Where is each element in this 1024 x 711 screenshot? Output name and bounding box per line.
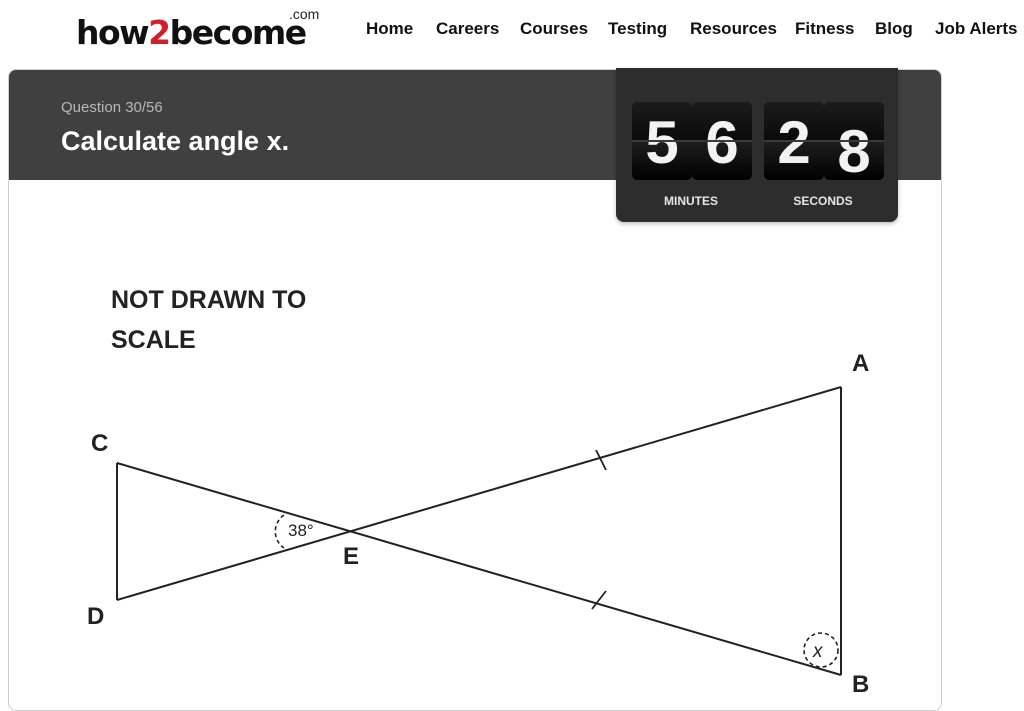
question-title: Calculate angle x. <box>61 126 290 156</box>
triangle-lines <box>116 386 842 676</box>
tick-mark-ea <box>595 449 607 471</box>
nav-item-home[interactable]: Home <box>366 19 413 39</box>
diagram-note-line-1: NOT DRAWN TO <box>111 286 306 314</box>
vertex-label-b: B <box>852 671 869 698</box>
timer-minutes-label: MINUTES <box>664 194 718 208</box>
nav-item-careers[interactable]: Careers <box>436 19 499 39</box>
vertex-labels: A B C D E <box>87 350 869 698</box>
logo-dotcom: .com <box>289 6 320 22</box>
timer-seconds-tens-digit: 2 <box>764 102 824 180</box>
top-navigation-bar: how2become .com Home Careers Courses Tes… <box>0 0 1024 62</box>
timer-minutes-ones-digit: 6 <box>692 102 752 180</box>
vertex-label-d: D <box>87 603 104 630</box>
angle-arc-e <box>274 514 285 549</box>
diagram-note-line-2: SCALE <box>111 326 196 354</box>
vertex-label-a: A <box>852 350 869 377</box>
vertex-label-e: E <box>343 543 359 570</box>
angle-label-x: x <box>812 641 824 662</box>
nav-item-resources[interactable]: Resources <box>690 19 777 39</box>
timer-seconds-ones-digit: 8 <box>824 102 884 185</box>
timer-seconds-label: SECONDS <box>793 194 853 208</box>
nav-item-testing[interactable]: Testing <box>608 19 667 39</box>
nav-item-fitness[interactable]: Fitness <box>795 19 855 39</box>
logo-wordmark: how2become <box>76 13 307 52</box>
equal-length-marks <box>591 449 607 610</box>
nav-item-courses[interactable]: Courses <box>520 19 588 39</box>
geometry-diagram: NOT DRAWN TO SCALE 38° x A B C D E <box>87 286 869 698</box>
nav-item-blog[interactable]: Blog <box>875 19 913 39</box>
angle-label-e: 38° <box>288 521 314 540</box>
timer-minutes-tens-digit: 5 <box>632 102 692 180</box>
question-counter: Question 30/56 <box>61 99 163 116</box>
countdown-timer: 5 6 2 8 MINUTES SECONDS <box>616 68 898 222</box>
site-logo[interactable]: how2become .com <box>74 6 330 58</box>
vertex-label-c: C <box>91 430 108 457</box>
nav-item-job-alerts[interactable]: Job Alerts <box>935 19 1018 39</box>
